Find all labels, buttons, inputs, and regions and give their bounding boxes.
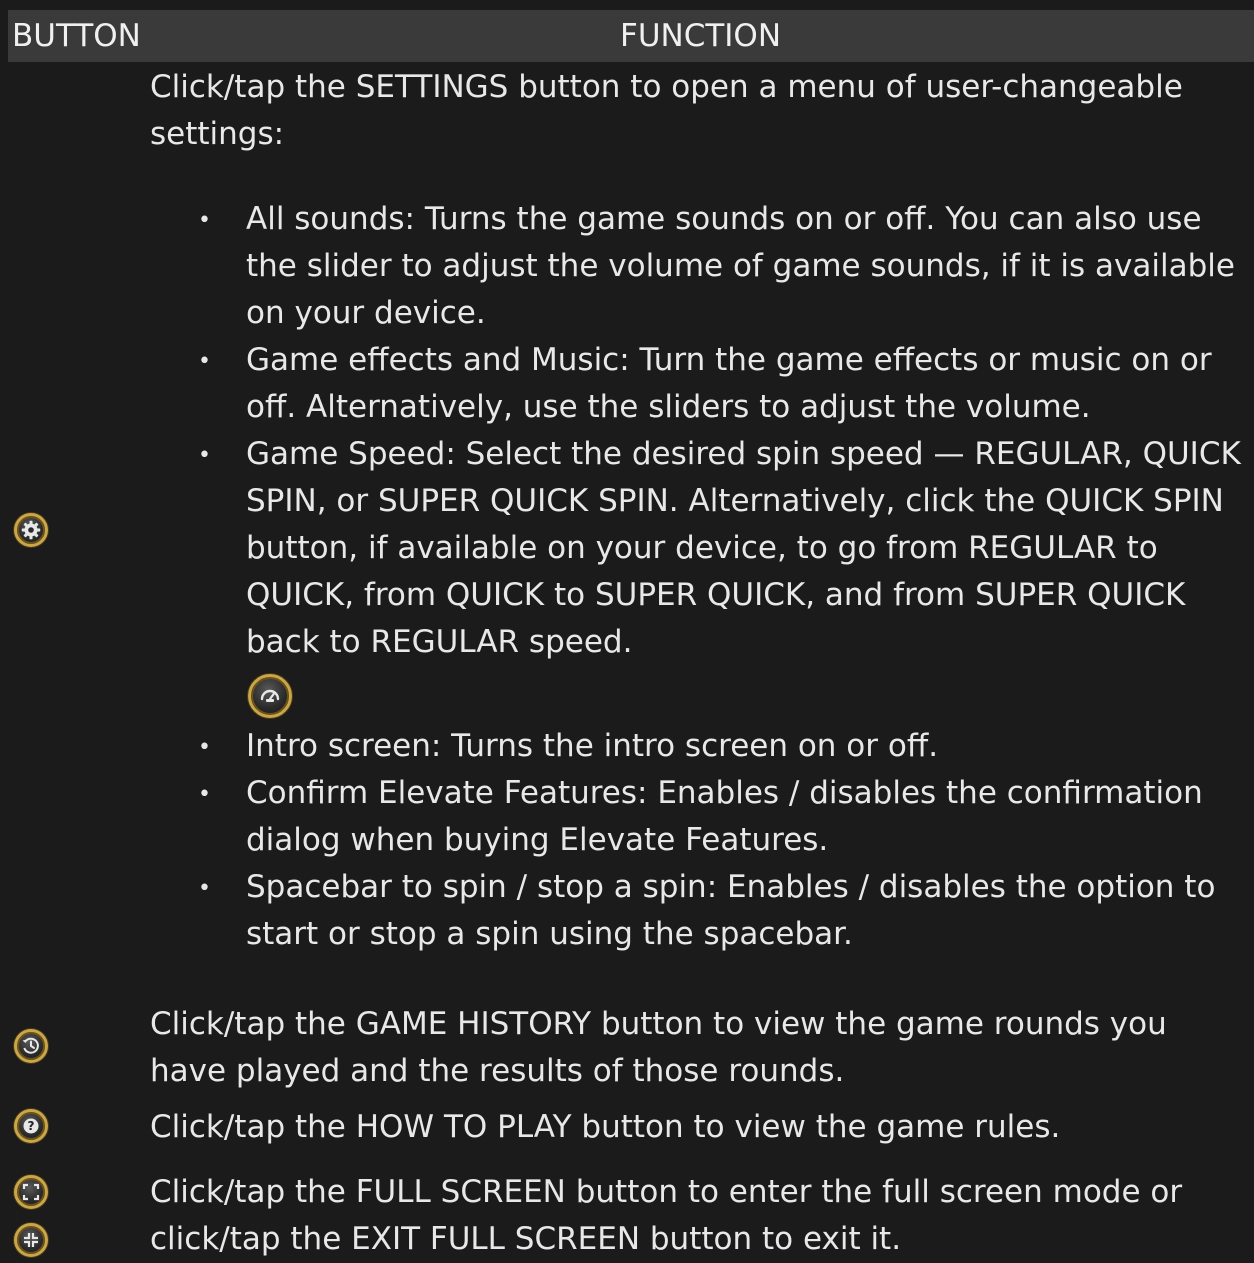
- bullet: •: [198, 876, 211, 901]
- list-item-line: start or stop a spin using the spacebar.: [246, 916, 853, 952]
- full-screen-line-1: Click/tap the FULL SCREEN button to ente…: [150, 1174, 1183, 1210]
- list-item-line: All sounds: Turns the game sounds on or …: [246, 201, 1202, 237]
- settings-gear-icon: [14, 513, 48, 547]
- list-item-line: Spacebar to spin / stop a spin: Enables …: [246, 869, 1216, 905]
- list-item-line: QUICK, from QUICK to SUPER QUICK, and fr…: [246, 577, 1186, 613]
- list-item-line: button, if available on your device, to …: [246, 530, 1158, 566]
- bullet: •: [198, 443, 211, 468]
- column-header-function: FUNCTION: [620, 18, 782, 54]
- bullet: •: [198, 782, 211, 807]
- settings-intro-line-1: Click/tap the SETTINGS button to open a …: [150, 69, 1183, 105]
- bullet: •: [198, 349, 211, 374]
- table-header: BUTTON FUNCTION: [8, 10, 1254, 62]
- list-item-line: the slider to adjust the volume of game …: [246, 248, 1235, 284]
- list-item-line: on your device.: [246, 295, 486, 331]
- exit-full-screen-icon: [14, 1223, 48, 1257]
- full-screen-icon: [14, 1175, 48, 1209]
- column-header-button: BUTTON: [12, 18, 141, 54]
- bullet: •: [198, 735, 211, 760]
- bullet: •: [198, 208, 211, 233]
- settings-intro-line-2: settings:: [150, 116, 285, 152]
- list-item-line: dialog when buying Elevate Features.: [246, 822, 829, 858]
- svg-text:?: ?: [28, 1119, 35, 1133]
- list-item-line: Game effects and Music: Turn the game ef…: [246, 342, 1212, 378]
- list-item-line: off. Alternatively, use the sliders to a…: [246, 389, 1091, 425]
- list-item-line: Intro screen: Turns the intro screen on …: [246, 728, 939, 764]
- full-screen-line-2: click/tap the EXIT FULL SCREEN button to…: [150, 1221, 902, 1257]
- list-item-line: Confirm Elevate Features: Enables / disa…: [246, 775, 1203, 811]
- how-to-play-line: Click/tap the HOW TO PLAY button to view…: [150, 1109, 1061, 1145]
- list-item-line: SPIN, or SUPER QUICK SPIN. Alternatively…: [246, 483, 1224, 519]
- list-item-line: back to REGULAR speed.: [246, 624, 633, 660]
- how-to-play-question-icon: ?: [14, 1109, 48, 1143]
- game-history-line-1: Click/tap the GAME HISTORY button to vie…: [150, 1006, 1167, 1042]
- game-history-clock-icon: [14, 1029, 48, 1063]
- game-history-line-2: have played and the results of those rou…: [150, 1053, 845, 1089]
- list-item-line: Game Speed: Select the desired spin spee…: [246, 436, 1241, 472]
- quick-spin-speedometer-icon: [248, 674, 292, 718]
